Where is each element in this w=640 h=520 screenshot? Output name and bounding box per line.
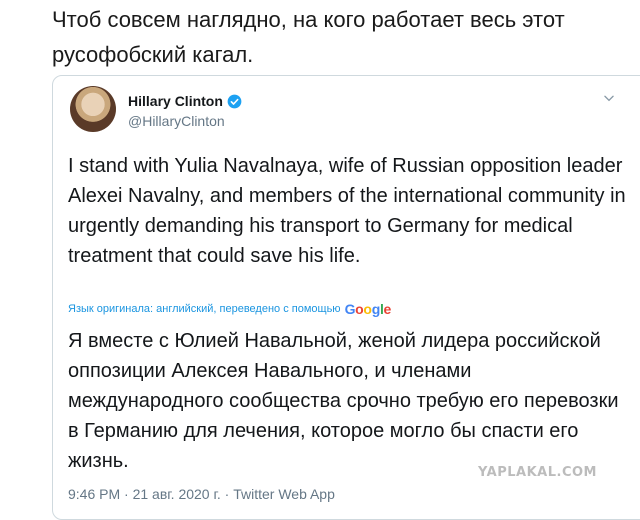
embedded-tweet-card[interactable]: Hillary Clinton @HillaryClinton I stand … <box>52 75 640 520</box>
tweet-text: I stand with Yulia Navalnaya, wife of Ru… <box>68 155 626 267</box>
site-watermark: YAPLAKAL.COM <box>478 465 597 480</box>
verified-badge-icon <box>227 94 242 108</box>
translated-tweet-text: Я вместе с Юлией Навальной, женой лидера… <box>68 330 619 472</box>
author-name[interactable]: Hillary Clinton <box>128 93 223 109</box>
google-logo: Google <box>344 301 392 317</box>
post-intro-text: Чтоб совсем наглядно, на кого работает в… <box>52 7 565 67</box>
avatar[interactable] <box>70 86 116 132</box>
translation-label: Язык оригинала: английский, переведено с… <box>68 303 341 315</box>
translation-attribution[interactable]: Язык оригинала: английский, переведено с… <box>68 301 391 317</box>
author-handle[interactable]: @HillaryClinton <box>128 113 225 129</box>
chevron-down-icon[interactable] <box>602 91 616 105</box>
tweet-timestamp[interactable]: 9:46 PM · 21 авг. 2020 г. · Twitter Web … <box>68 486 335 502</box>
author-name-row: Hillary Clinton <box>128 93 242 109</box>
